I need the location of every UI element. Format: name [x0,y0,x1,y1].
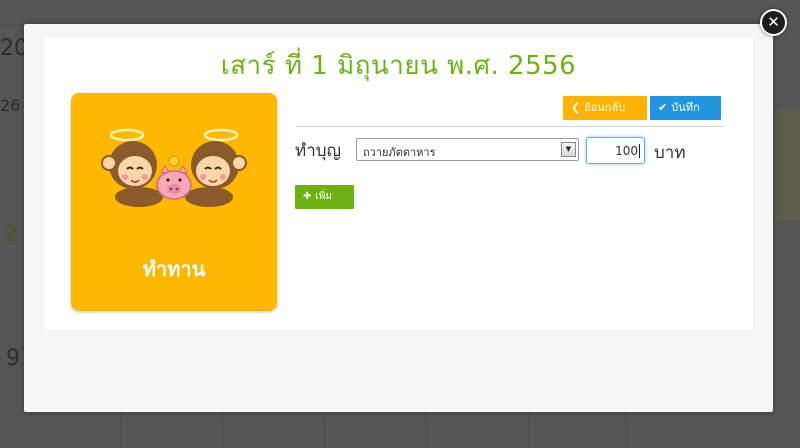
monkeys-with-piggy-bank-illustration [101,128,247,207]
donation-category-card[interactable]: ทำทาน [71,93,277,311]
plus-icon: ✚ [303,191,312,202]
amount-input-value: 100 [615,144,638,158]
dialog-title: เสาร์ ที่ 1 มิถุนายน พ.ศ. 2556 [220,51,577,81]
donation-type-label: ทำบุญ [295,141,342,161]
save-button-label: บันทึก [671,101,700,114]
dialog-content: เสาร์ ที่ 1 มิถุนายน พ.ศ. 2556 ทำทาน ❮ ย… [44,37,753,330]
grid-line [626,412,627,448]
donation-type-select[interactable]: ถวายภัตตาหาร ▼ [356,138,579,161]
header-divider [296,126,725,127]
chevron-left-icon: ❮ [571,101,581,114]
text-cursor [639,144,640,158]
calendar-day-number: 2 [4,222,18,247]
back-button-label: ย้อนกลับ [584,101,626,114]
back-button[interactable]: ❮ ย้อนกลับ [563,96,647,120]
grid-line [0,24,24,25]
grid-line [426,412,427,448]
donation-dialog: เสาร์ ที่ 1 มิถุนายน พ.ศ. 2556 ทำทาน ❮ ย… [24,24,773,412]
close-icon[interactable]: ✕ [760,9,787,36]
card-label: ทำทาน [142,257,206,281]
grid-line [324,412,325,448]
amount-input[interactable]: 100 [586,137,645,164]
dropdown-arrow-icon[interactable]: ▼ [561,142,576,157]
calendar-day-number: 26 [0,96,21,115]
check-icon: ✔ [658,101,668,114]
grid-line [222,412,223,448]
calendar-highlight-cell [774,110,800,220]
grid-line [528,412,529,448]
add-button[interactable]: ✚ เพิ่ม [295,185,354,209]
calendar-day-number: 9 [6,346,20,371]
currency-unit-label: บาท [654,143,686,163]
grid-line [120,412,121,448]
donation-type-select-value: ถวายภัตตาหาร [363,146,436,159]
add-button-label: เพิ่ม [315,191,332,202]
save-button[interactable]: ✔ บันทึก [650,96,721,120]
